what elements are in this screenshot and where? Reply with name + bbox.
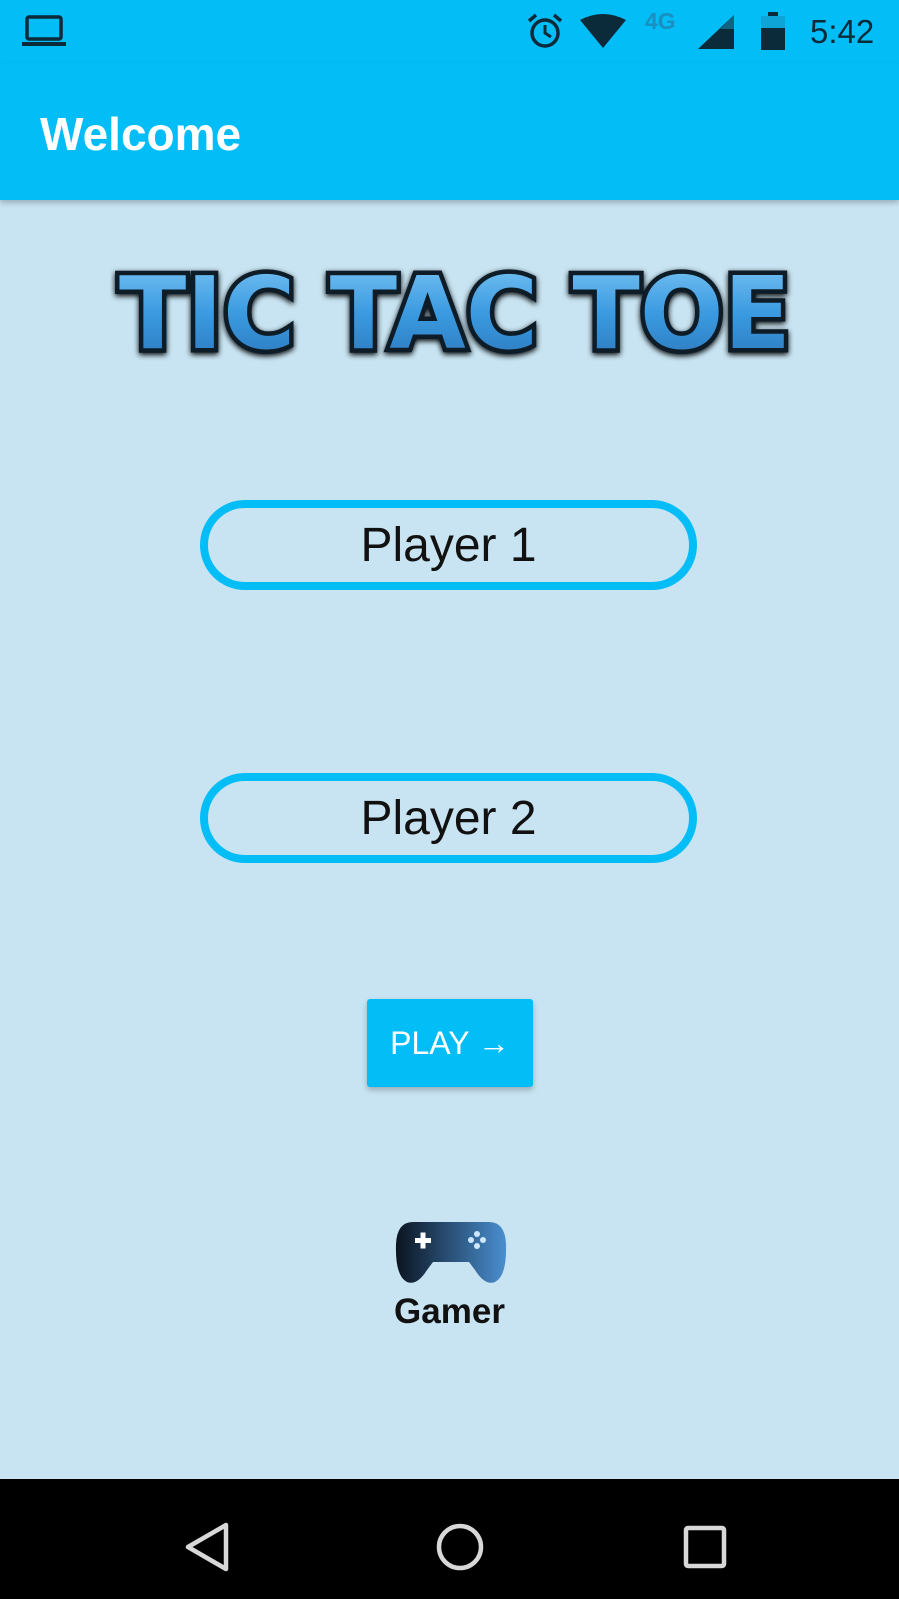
battery-icon: [761, 12, 785, 50]
laptop-icon: [22, 15, 66, 46]
play-button[interactable]: PLAY →: [367, 999, 533, 1087]
status-time: 5:42: [810, 13, 875, 50]
app-bar: Welcome: [0, 63, 899, 200]
tic-tac-toe-logo: TIC TAC TOE: [115, 251, 796, 371]
back-icon[interactable]: [182, 1521, 232, 1573]
logo-text: TIC TAC TOE: [119, 255, 791, 370]
signal-icon: [698, 15, 734, 49]
gamepad-icon: [395, 1222, 507, 1283]
network-type-label: 4G: [645, 8, 676, 34]
gamer-label: Gamer: [394, 1292, 505, 1331]
recents-icon[interactable]: [683, 1525, 727, 1569]
player2-value: Player 2: [360, 791, 537, 845]
alarm-icon: [527, 13, 563, 48]
player1-field[interactable]: Player 1: [200, 500, 697, 590]
player1-value: Player 1: [360, 518, 537, 572]
wifi-icon: [580, 14, 626, 48]
page-title: Welcome: [40, 108, 242, 160]
player2-field[interactable]: Player 2: [200, 773, 697, 863]
status-bar: 4G 5:42: [0, 0, 899, 63]
home-icon[interactable]: [435, 1522, 485, 1572]
